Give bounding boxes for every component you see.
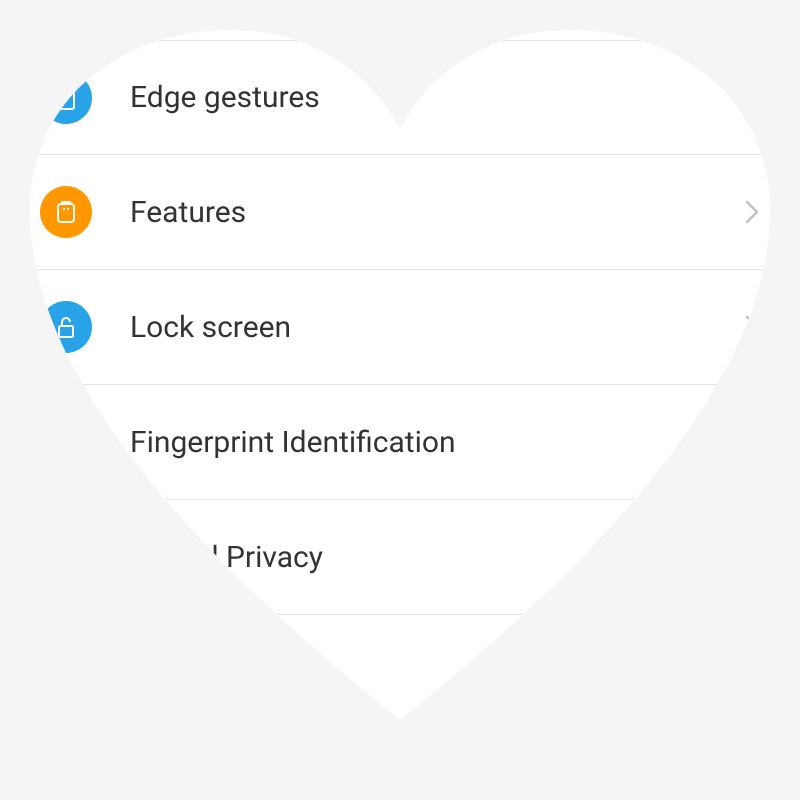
row-label: Edge gestures (130, 80, 744, 115)
icon-spacer (40, 416, 92, 468)
row-label: Fingerprint Identification (130, 425, 760, 460)
settings-row-lock-screen[interactable]: Lock screen (10, 270, 790, 385)
settings-row-features[interactable]: Features (10, 155, 790, 270)
settings-list: Edge gestures Features (0, 40, 800, 615)
heart-mask-container: Edge gestures Features (0, 0, 800, 800)
row-label: Lock screen (130, 310, 744, 345)
settings-row-edge-gestures[interactable]: Edge gestures (10, 40, 790, 155)
settings-row-privacy[interactable]: ity and Privacy (10, 500, 790, 615)
chevron-right-icon (744, 84, 760, 112)
settings-row-fingerprint[interactable]: Fingerprint Identification (10, 385, 790, 500)
chevron-right-icon (744, 198, 760, 226)
chevron-right-icon (744, 313, 760, 341)
features-icon (40, 186, 92, 238)
icon-spacer (40, 531, 92, 583)
lock-icon (40, 301, 92, 353)
row-label: Features (130, 195, 744, 230)
edge-gestures-icon (40, 72, 92, 124)
row-label: ity and Privacy (130, 540, 760, 575)
